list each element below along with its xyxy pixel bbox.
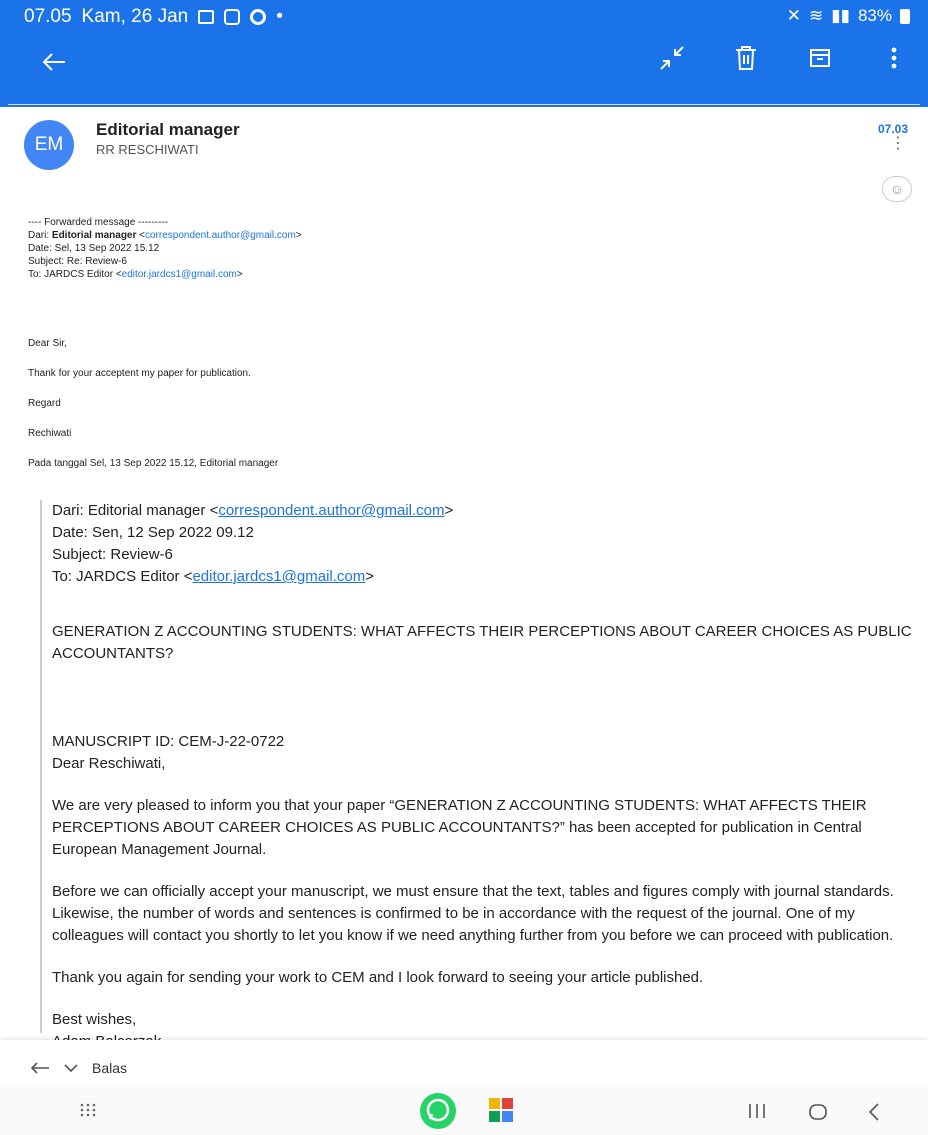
body-greeting: Dear Sir, — [28, 338, 67, 349]
home-button[interactable] — [808, 1103, 828, 1121]
message-time: 07.03 — [877, 122, 908, 136]
signal-icon: ▮▮ — [831, 6, 850, 25]
dot-icon: • — [276, 6, 283, 27]
divider — [8, 104, 920, 105]
recents-button[interactable] — [748, 1103, 766, 1119]
wifi-icon: ≋ — [809, 6, 824, 25]
office-shortcut[interactable] — [488, 1097, 514, 1123]
status-bar-right: ✕ ≋ ▮▮ 83% — [787, 6, 910, 26]
whatsapp-shortcut[interactable] — [418, 1091, 458, 1131]
forward-title: ---- Forwarded message --------- — [28, 217, 168, 228]
more-vert-icon — [891, 47, 897, 69]
grid-icon — [80, 1103, 96, 1117]
office-apps-icon — [489, 1098, 513, 1122]
more-options-button[interactable] — [880, 44, 908, 72]
chevron-left-icon — [868, 1103, 879, 1121]
battery-icon — [900, 8, 910, 24]
message-more-button[interactable]: ⋮ — [890, 136, 906, 152]
body-pada: Pada tanggal Sel, 13 Sep 2022 15.12, Edi… — [28, 458, 279, 469]
status-bar-left: 07.05 Kam, 26 Jan • — [24, 6, 283, 28]
smile-icon: ☺ — [889, 181, 905, 197]
collapse-button[interactable] — [658, 44, 686, 72]
back-nav-button[interactable] — [868, 1103, 880, 1121]
sender-name: Editorial manager — [96, 120, 240, 139]
quoted-to: To: JARDCS Editor <editor.jardcs1@gmail.… — [52, 568, 375, 585]
mute-icon: ✕ — [786, 6, 801, 25]
toolbar-actions — [658, 44, 908, 72]
gallery-icon — [198, 10, 215, 24]
quoted-to-email-link[interactable]: editor.jardcs1@gmail.com — [192, 568, 365, 585]
more-vert-icon: ⋮ — [890, 135, 906, 152]
forward-from: Dari: Editorial manager <correspondent.a… — [28, 230, 302, 241]
quoted-subject: Subject: Review-6 — [52, 546, 173, 563]
trash-icon — [736, 46, 756, 70]
quoted-closing: Best wishes, — [52, 1011, 137, 1028]
record-icon — [250, 9, 267, 25]
system-nav-bar — [0, 1085, 928, 1135]
archive-icon — [810, 49, 830, 67]
collapse-icon — [660, 46, 684, 70]
quoted-message: Dari: Editorial manager <correspondent.a… — [40, 500, 912, 1050]
archive-button[interactable] — [806, 44, 834, 72]
recipient-name[interactable]: RR RESCHIWATI — [96, 142, 199, 157]
recents-icon — [749, 1104, 765, 1118]
forward-from-email-link[interactable]: correspondent.author@gmail.com — [145, 230, 296, 241]
quoted-para3: Thank you again for sending your work to… — [52, 969, 704, 986]
quoted-para1: We are very pleased to inform you that y… — [52, 797, 867, 858]
forward-from-name: Editorial manager — [51, 230, 137, 241]
chevron-down-icon[interactable] — [64, 1063, 78, 1073]
quoted-from: Dari: Editorial manager <correspondent.a… — [52, 502, 454, 519]
instagram-icon — [224, 9, 241, 25]
status-time: 07.05 — [24, 6, 72, 27]
quoted-date: Date: Sen, 12 Sep 2022 09.12 — [52, 524, 254, 541]
forward-subject: Subject: Re: Review-6 — [28, 256, 127, 267]
quoted-manuscript-id: MANUSCRIPT ID: CEM-J-22-0722 — [52, 733, 285, 750]
reply-button[interactable]: Balas — [30, 1060, 127, 1076]
back-button[interactable] — [34, 44, 74, 80]
delete-button[interactable] — [732, 44, 760, 72]
message-header: EM Editorial manager RR RESCHIWATI 07.03… — [24, 118, 914, 188]
status-date: Kam, 26 Jan — [81, 6, 189, 27]
apps-grid-button[interactable] — [80, 1103, 96, 1117]
quoted-title: GENERATION Z ACCOUNTING STUDENTS: WHAT A… — [52, 623, 912, 662]
app-bar: 07.05 Kam, 26 Jan • ✕ ≋ ▮▮ 83% — [0, 0, 928, 107]
quoted-para2: Before we can officially accept your man… — [52, 883, 894, 944]
home-icon — [809, 1104, 827, 1120]
quoted-from-email-link[interactable]: correspondent.author@gmail.com — [218, 502, 444, 519]
reply-label: Balas — [92, 1060, 128, 1076]
forward-date: Date: Sel, 13 Sep 2022 15.12 — [28, 243, 160, 254]
whatsapp-icon — [420, 1093, 456, 1129]
body-name: Rechiwati — [28, 428, 72, 439]
body-regards: Regard — [28, 398, 61, 409]
reply-bar: Balas — [0, 1040, 928, 1085]
quoted-dear: Dear Reschiwati, — [52, 755, 166, 772]
body-line1: Thank for your acceptent my paper for pu… — [28, 368, 251, 379]
reply-icon — [30, 1062, 49, 1074]
arrow-left-icon — [42, 53, 65, 71]
emoji-reaction-button[interactable]: ☺ — [882, 176, 912, 202]
battery-level: 83% — [857, 6, 892, 25]
forward-to-email-link[interactable]: editor.jardcs1@gmail.com — [122, 269, 237, 280]
forward-to: To: JARDCS Editor <editor.jardcs1@gmail.… — [28, 269, 243, 280]
avatar[interactable]: EM — [24, 120, 74, 170]
